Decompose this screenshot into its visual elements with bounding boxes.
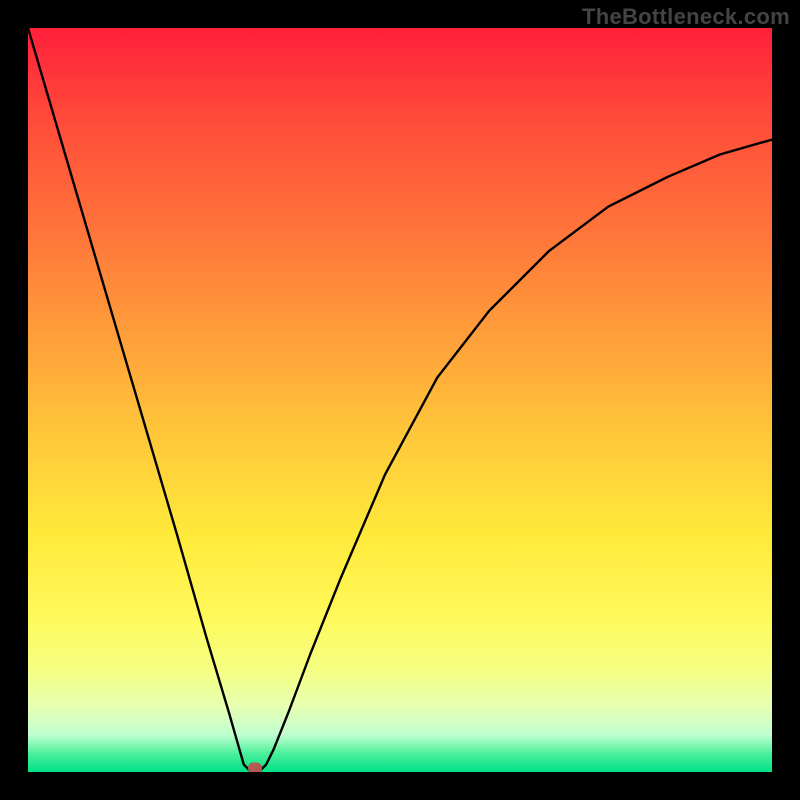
- chart-container: TheBottleneck.com: [0, 0, 800, 800]
- optimal-point-marker: [248, 763, 262, 773]
- curve-path: [28, 28, 772, 772]
- watermark-text: TheBottleneck.com: [582, 4, 790, 30]
- plot-area: [28, 28, 772, 772]
- bottleneck-curve: [28, 28, 772, 772]
